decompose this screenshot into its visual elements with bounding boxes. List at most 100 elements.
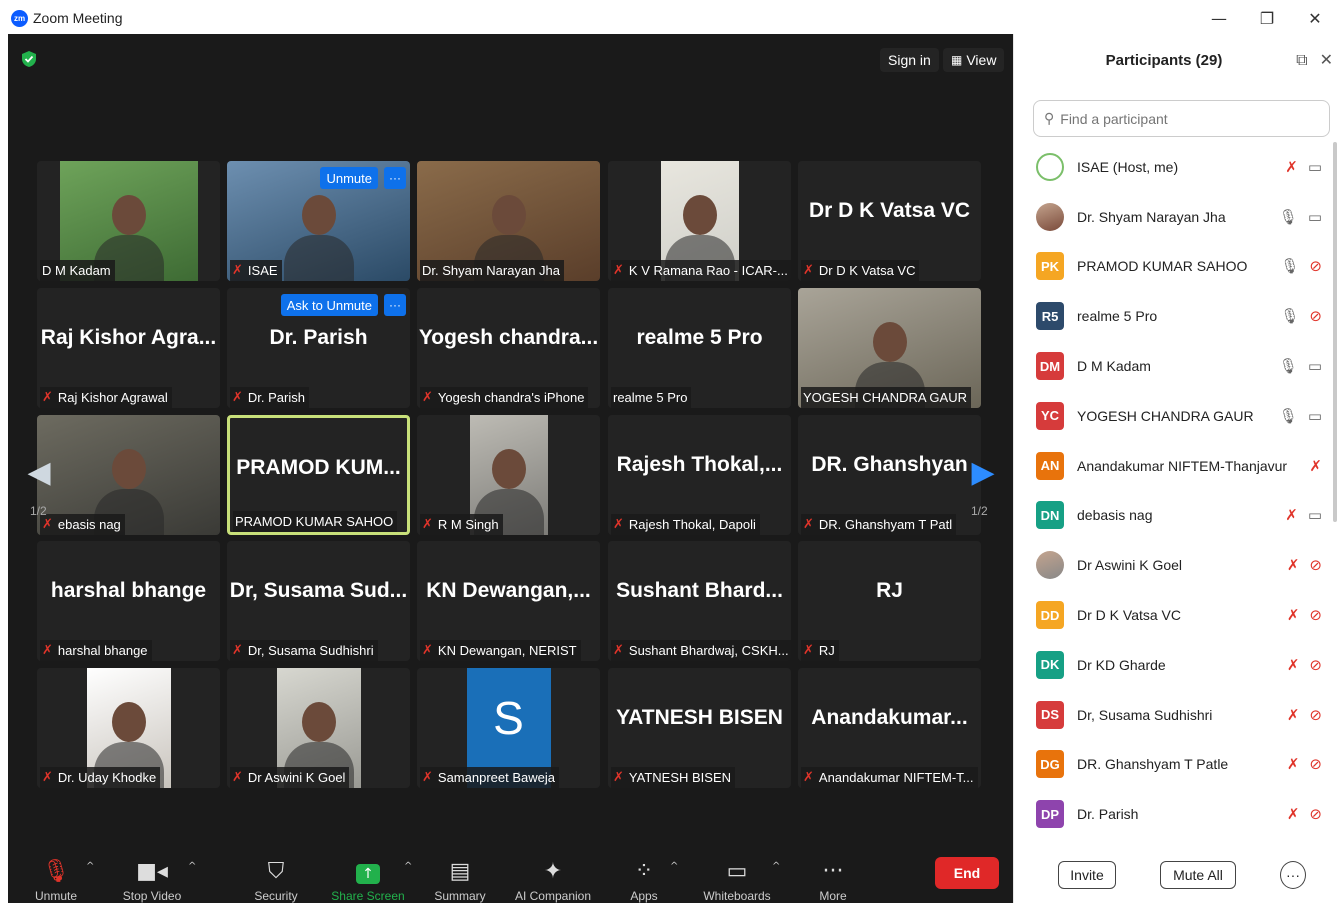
tile-more-options-icon[interactable]: ··· [384,294,406,316]
participant-video-tile[interactable]: realme 5 Pro realme 5 Pro [608,288,791,408]
participant-list-item[interactable]: DS Dr, Susama Sudhishri ✗ ⊘ [1014,690,1339,740]
close-window-button[interactable]: ✕ [1291,0,1339,36]
video-icon[interactable]: ▭ [1308,407,1322,425]
stop-video-button[interactable]: ■◂ Stop Video [116,847,188,903]
participant-video-tile[interactable]: Dr D K Vatsa VC ✗ Dr D K Vatsa VC [798,161,981,281]
mic-muted-icon[interactable]: ✗ [1287,706,1300,724]
participant-video-tile[interactable]: Unmute ··· ✗ ISAE [227,161,410,281]
participant-list-item[interactable]: YC YOGESH CHANDRA GAUR 🎙 ▭ [1014,391,1339,441]
mic-muted-icon[interactable]: ✗ [1287,805,1300,823]
participant-list-item[interactable]: Dr Aswini K Goel ✗ ⊘ [1014,540,1339,590]
mic-muted-icon[interactable]: ✗ [1309,457,1322,475]
pop-out-icon[interactable]: ⧉ [1296,50,1307,70]
apps-button[interactable]: ⁘ Apps [622,847,666,903]
participant-list-scrollbar[interactable] [1333,142,1337,522]
more-options-button[interactable]: ··· [1280,861,1306,889]
share-screen-button[interactable]: ↑ Share Screen [326,847,410,903]
mic-icon[interactable]: 🎙 [1280,257,1299,275]
video-off-icon[interactable]: ⊘ [1309,606,1322,624]
ai-companion-button[interactable]: ✦ AI Companion [508,847,598,903]
participant-video-tile[interactable]: Sushant Bhard... ✗ Sushant Bhardwaj, CSKH.… [608,541,791,661]
search-input[interactable] [1060,110,1301,127]
whiteboard-options-caret-icon[interactable]: ^ [772,861,780,872]
invite-button[interactable]: Invite [1058,861,1116,889]
video-icon[interactable]: ▭ [1308,506,1322,524]
mic-icon[interactable]: 🎙 [1279,407,1298,425]
participant-video-tile[interactable]: Raj Kishor Agra... ✗ Raj Kishor Agrawal [37,288,220,408]
ask-to-unmute-button[interactable]: Ask to Unmute [280,294,378,316]
participant-video-tile[interactable]: Dr, Susama Sud... ✗ Dr, Susama Sudhishri [227,541,410,661]
participant-video-tile[interactable]: Yogesh chandra... ✗ Yogesh chandra's iPhon… [417,288,600,408]
participant-list-item[interactable]: Dr. Shyam Narayan Jha 🎙 ▭ [1014,192,1339,242]
participant-search-box[interactable]: ⚲ [1033,100,1330,137]
participant-video-tile[interactable]: DR. Ghanshyan ✗ DR. Ghanshyam T Patl [798,415,981,535]
mic-muted-icon[interactable]: ✗ [1287,656,1300,674]
video-off-icon[interactable]: ⊘ [1309,706,1322,724]
participant-video-tile[interactable]: D M Kadam [37,161,220,281]
video-options-caret-icon[interactable]: ^ [188,861,196,872]
more-button[interactable]: ··· More [808,847,858,903]
mic-muted-icon[interactable]: ✗ [1287,755,1300,773]
close-panel-icon[interactable]: ✕ [1320,50,1333,70]
mic-icon[interactable]: 🎙 [1279,208,1298,226]
participant-list-item[interactable]: DD Dr D K Vatsa VC ✗ ⊘ [1014,590,1339,640]
tile-unmute-button[interactable]: Unmute [320,167,378,189]
video-off-icon[interactable]: ⊘ [1309,556,1322,574]
mute-all-button[interactable]: Mute All [1160,861,1236,889]
view-button[interactable]: ▦ View [943,48,1005,72]
participant-list-item[interactable]: DP Dr. Parish ✗ ⊘ [1014,789,1339,839]
share-options-caret-icon[interactable]: ^ [404,861,412,872]
video-off-icon[interactable]: ⊘ [1309,257,1322,275]
participant-video-tile[interactable]: Rajesh Thokal,... ✗ Rajesh Thokal, Dapoli [608,415,791,535]
audio-options-caret-icon[interactable]: ^ [86,861,94,872]
participant-name-label: ✗ RJ [801,640,839,661]
video-off-icon[interactable]: ⊘ [1309,805,1322,823]
end-meeting-button[interactable]: End [935,857,999,889]
participant-video-tile[interactable]: ✗ K V Ramana Rao - ICAR-... [608,161,791,281]
apps-options-caret-icon[interactable]: ^ [670,861,678,872]
maximize-button[interactable]: ❐ [1243,0,1291,36]
participant-video-tile[interactable]: ✗ R M Singh [417,415,600,535]
participant-video-tile[interactable]: Anandakumar... ✗ Anandakumar NIFTEM-T... [798,668,981,788]
participant-video-tile[interactable]: Dr. Parish Ask to Unmute ··· ✗ Dr. Parish [227,288,410,408]
security-button[interactable]: ⛉ Security [246,847,306,903]
participant-list-item[interactable]: R5 realme 5 Pro 🎙 ⊘ [1014,291,1339,341]
video-icon[interactable]: ▭ [1308,357,1322,375]
participant-video-tile[interactable]: YOGESH CHANDRA GAUR [798,288,981,408]
summary-button[interactable]: ▤ Summary [428,847,492,903]
participant-list-item[interactable]: PK PRAMOD KUMAR SAHOO 🎙 ⊘ [1014,242,1339,292]
participant-list-item[interactable]: AN Anandakumar NIFTEM-Thanjavur ✗ [1014,441,1339,491]
participant-video-tile[interactable]: ✗ Dr. Uday Khodke [37,668,220,788]
mic-icon[interactable]: 🎙 [1280,307,1299,325]
mic-muted-icon[interactable]: ✗ [1287,606,1300,624]
participant-video-tile[interactable]: harshal bhange ✗ harshal bhange [37,541,220,661]
mic-muted-icon[interactable]: ✗ [1285,158,1298,176]
participant-video-tile[interactable]: S ✗ Samanpreet Baweja [417,668,600,788]
video-icon[interactable]: ▭ [1308,208,1322,226]
participant-list-item[interactable]: DN debasis nag ✗ ▭ [1014,491,1339,541]
video-off-icon[interactable]: ⊘ [1309,755,1322,773]
unmute-button[interactable]: 🎙 Unmute [26,847,86,903]
participant-video-tile[interactable]: KN Dewangan,... ✗ KN Dewangan, NERIST [417,541,600,661]
participant-video-tile[interactable]: Dr. Shyam Narayan Jha [417,161,600,281]
participant-list-item[interactable]: DM D M Kadam 🎙 ▭ [1014,341,1339,391]
participant-video-tile[interactable]: PRAMOD KUM... PRAMOD KUMAR SAHOO [227,415,410,535]
sign-in-button[interactable]: Sign in [880,48,939,72]
participant-video-tile[interactable]: ✗ Dr Aswini K Goel [227,668,410,788]
participant-video-tile[interactable]: ✗ ebasis nag [37,415,220,535]
mic-icon[interactable]: 🎙 [1279,357,1298,375]
encryption-shield-icon[interactable] [21,50,37,68]
tile-more-options-icon[interactable]: ··· [384,167,406,189]
video-icon[interactable]: ▭ [1308,158,1322,176]
minimize-button[interactable]: — [1195,0,1243,36]
participant-list-item[interactable]: DK Dr KD Gharde ✗ ⊘ [1014,640,1339,690]
participant-video-tile[interactable]: YATNESH BISEN ✗ YATNESH BISEN [608,668,791,788]
video-off-icon[interactable]: ⊘ [1309,656,1322,674]
participant-list-item[interactable]: ISAE (Host, me) ✗ ▭ [1014,142,1339,192]
participant-list-item[interactable]: DG DR. Ghanshyam T Patle ✗ ⊘ [1014,740,1339,790]
video-off-icon[interactable]: ⊘ [1309,307,1322,325]
mic-muted-icon[interactable]: ✗ [1287,556,1300,574]
participant-video-tile[interactable]: RJ ✗ RJ [798,541,981,661]
whiteboards-button[interactable]: ▭ Whiteboards [694,847,780,903]
mic-muted-icon[interactable]: ✗ [1285,506,1298,524]
